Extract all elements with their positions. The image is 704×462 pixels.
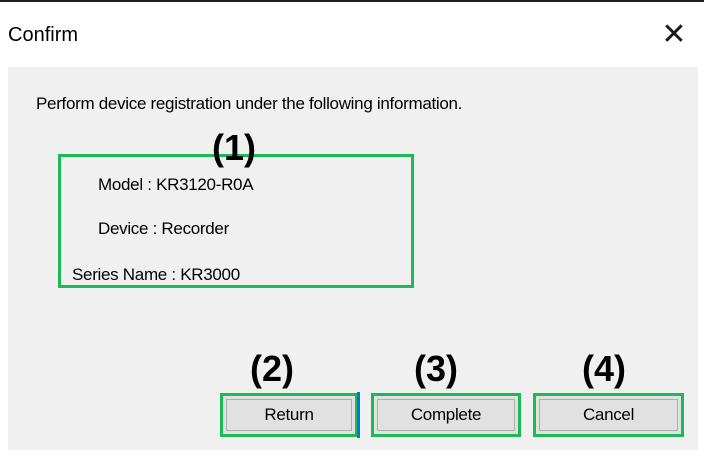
callout-3: (3) bbox=[414, 348, 458, 389]
window-title: Confirm bbox=[8, 24, 79, 46]
cancel-button[interactable]: Cancel bbox=[533, 393, 684, 437]
callout-4: (4) bbox=[582, 348, 626, 389]
close-button[interactable]: ✕ bbox=[644, 12, 704, 58]
return-button-label: Return bbox=[264, 405, 314, 424]
device-label: Device : Recorder bbox=[98, 219, 229, 238]
title-bar[interactable]: Confirm ✕ bbox=[0, 8, 704, 60]
complete-button[interactable]: Complete bbox=[371, 393, 521, 437]
complete-button-label: Complete bbox=[410, 405, 482, 424]
callout-2: (2) bbox=[250, 348, 294, 389]
model-label: Model : KR3120-R0A bbox=[98, 175, 254, 194]
window-top-border bbox=[0, 0, 704, 8]
cancel-button-label: Cancel bbox=[582, 405, 635, 424]
series-name-label: Series Name : KR3000 bbox=[72, 265, 240, 284]
close-icon: ✕ bbox=[661, 18, 687, 51]
return-button[interactable]: Return bbox=[220, 393, 358, 437]
return-focus-edge bbox=[357, 392, 360, 438]
callout-1: (1) bbox=[212, 127, 256, 168]
confirm-message: Perform device registration under the fo… bbox=[36, 94, 463, 113]
